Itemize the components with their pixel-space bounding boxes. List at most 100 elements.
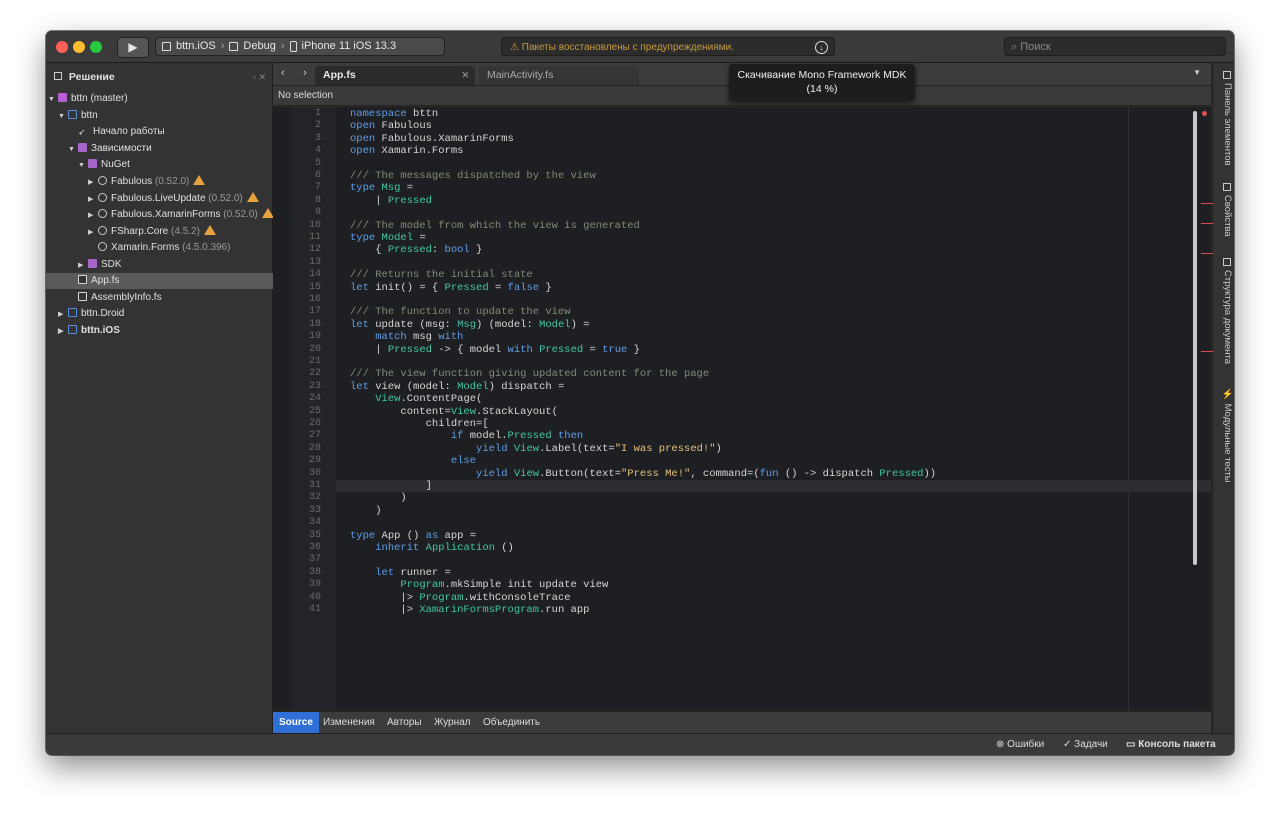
code-line[interactable]: yield View.Label(text="I was pressed!") (350, 443, 722, 455)
run-button[interactable]: ▶ (117, 37, 149, 58)
console-icon: ▭ (1126, 739, 1136, 750)
code-line[interactable]: /// Returns the initial state (350, 269, 533, 281)
tree-item-nuget[interactable]: ▼ NuGet (46, 157, 304, 173)
code-line[interactable]: Program.mkSimple init update view (350, 579, 608, 591)
tree-item-assemblyinfo[interactable]: AssemblyInfo.fs (46, 290, 304, 306)
code-line[interactable]: /// The view function giving updated con… (350, 368, 709, 380)
tasks-label: Задачи (1074, 739, 1108, 750)
line-number: 30 (308, 467, 321, 479)
code-editor[interactable]: 1 2 3 4 5 6 7 8 9 10 11 12 13 14 15 16 17 18 19 20 21 22 23 24 2… (273, 107, 1211, 710)
package-console-button[interactable]: ▭ Консоль пакета (1126, 734, 1216, 755)
chevron-down-icon[interactable]: ▼ (68, 142, 78, 158)
code-line[interactable]: let update (msg: Msg) (model: Model) = (350, 319, 589, 331)
chevron-down-icon[interactable]: ▼ (58, 109, 68, 125)
forward-arrow-icon[interactable]: › (303, 67, 307, 79)
tree-item-project-droid[interactable]: ▶ bttn.Droid (46, 306, 284, 322)
tree-item-getting-started[interactable]: ➶ Начало работы (46, 124, 304, 140)
tab-merge[interactable]: Объединить (477, 712, 546, 734)
tab-changes[interactable]: Изменения (317, 712, 381, 734)
tree-item-project-bttn[interactable]: ▼ bttn (46, 108, 284, 124)
chevron-right-icon[interactable]: ▶ (88, 225, 98, 241)
code-line[interactable]: let view (model: Model) dispatch = (350, 381, 564, 393)
chevron-down-icon[interactable]: ▼ (48, 92, 58, 108)
chevron-right-icon[interactable]: ▶ (88, 175, 98, 191)
code-line[interactable]: type Model = (350, 232, 426, 244)
error-marker (1201, 253, 1213, 254)
sidebar-controls[interactable]: ▫ ✕ (253, 63, 266, 91)
tab-label: App.fs (323, 69, 356, 81)
code-line[interactable]: ) (350, 492, 406, 504)
pad-toolbox[interactable]: Панель элементов (1215, 71, 1233, 166)
tree-item-app-fs[interactable]: App.fs (46, 273, 304, 289)
tasks-button[interactable]: ✓ Задачи (1063, 734, 1108, 755)
code-line[interactable]: content=View.StackLayout( (350, 406, 558, 418)
code-line[interactable]: /// The model from which the view is gen… (350, 220, 640, 232)
tab-authors[interactable]: Авторы (381, 712, 428, 734)
tab-app-fs[interactable]: App.fs ✕ (315, 66, 475, 85)
sidebar-header: Решение ▫ ✕ (46, 63, 272, 91)
code-line[interactable]: type App () as app = (350, 530, 476, 542)
code-line[interactable]: |> Program.withConsoleTrace (350, 592, 570, 604)
tab-source[interactable]: Source (273, 712, 319, 734)
chevron-right-icon[interactable]: ▶ (58, 307, 68, 323)
code-line[interactable]: namespace bttn (350, 108, 438, 120)
zoom-window-button[interactable] (90, 41, 102, 53)
code-line[interactable]: /// The function to update the view (350, 306, 571, 318)
tree-item-sdk[interactable]: ▶ SDK (46, 257, 304, 273)
back-arrow-icon[interactable]: ‹ (281, 67, 285, 79)
code-line[interactable]: open Xamarin.Forms (350, 145, 463, 157)
chevron-down-icon[interactable]: ▼ (78, 158, 88, 174)
errors-button[interactable]: ⊗ Ошибки (996, 734, 1044, 755)
tree-item-dependencies[interactable]: ▼ Зависимости (46, 141, 294, 157)
close-icon[interactable]: ✕ (461, 66, 469, 85)
search-input[interactable]: ⌕ Поиск (1004, 37, 1226, 56)
code-line[interactable]: open Fabulous (350, 120, 432, 132)
code-line[interactable]: /// The messages dispatched by the view (350, 170, 596, 182)
close-window-button[interactable] (56, 41, 68, 53)
chevron-right-icon[interactable]: ▶ (88, 208, 98, 224)
chevron-right-icon[interactable]: ▶ (78, 258, 88, 274)
pad-unit-tests[interactable]: ⚡ Модульные тесты (1215, 388, 1233, 483)
code-line[interactable]: match msg with (350, 331, 463, 343)
run-configuration-selector[interactable]: bttn.iOS › Debug › iPhone 11 iOS 13.3 (155, 37, 445, 56)
code-line[interactable]: | Pressed -> { model with Pressed = true… (350, 344, 640, 356)
package-version: (0.52.0) (154, 176, 190, 187)
code-line[interactable]: else (350, 455, 476, 467)
code-line[interactable]: |> XamarinFormsProgram.run app (350, 604, 589, 616)
code-line[interactable]: yield View.Button(text="Press Me!", comm… (350, 468, 936, 480)
tree-item-solution[interactable]: ▼ bttn (master) (46, 91, 274, 107)
package-icon (98, 193, 107, 202)
status-panel[interactable]: ⚠ Пакеты восстановлены с предупреждениям… (501, 37, 835, 56)
tree-item-label: Fabulous (111, 176, 153, 187)
chevron-right-icon[interactable]: ▶ (58, 324, 68, 340)
pad-label: Модульные тесты (1222, 403, 1233, 483)
code-line[interactable]: let runner = (350, 567, 451, 579)
tab-log[interactable]: Журнал (428, 712, 477, 734)
chevron-right-icon[interactable]: ▶ (88, 192, 98, 208)
line-number: 28 (308, 442, 321, 454)
pad-document-outline[interactable]: Структура документа (1215, 258, 1233, 364)
vertical-scrollbar[interactable] (1193, 111, 1197, 565)
code-line[interactable]: open Fabulous.XamarinForms (350, 133, 514, 145)
code-line[interactable]: { Pressed: bool } (350, 244, 482, 256)
line-number: 21 (308, 356, 321, 367)
code-line[interactable]: ] (350, 480, 432, 492)
code-line[interactable]: if model.Pressed then (350, 430, 583, 442)
pad-properties[interactable]: Свойства (1215, 183, 1233, 237)
chevron-down-icon[interactable]: ▼ (1193, 68, 1201, 77)
code-line[interactable]: View.ContentPage( (350, 393, 482, 405)
minimize-window-button[interactable] (73, 41, 85, 53)
code-line[interactable]: let init() = { Pressed = false } (350, 282, 552, 294)
download-progress-icon[interactable]: ↓ (815, 41, 828, 54)
code-line[interactable]: | Pressed (350, 195, 432, 207)
code-area[interactable]: namespace bttn open Fabulous open Fabulous… (336, 107, 1211, 710)
tree-item-project-ios[interactable]: ▶ bttn.iOS (46, 323, 284, 339)
code-line[interactable]: ) (350, 505, 381, 517)
code-line[interactable]: children=[ (350, 418, 489, 430)
tab-mainactivity-fs[interactable]: MainActivity.fs (479, 66, 639, 85)
line-number: 41 (308, 604, 321, 615)
package-version: (0.52.0) (208, 193, 243, 204)
code-line[interactable]: inherit Application () (350, 542, 514, 554)
toolbar: ▶ bttn.iOS › Debug › iPhone 11 iOS 13.3 … (46, 31, 1234, 63)
code-line[interactable]: type Msg = (350, 182, 413, 194)
